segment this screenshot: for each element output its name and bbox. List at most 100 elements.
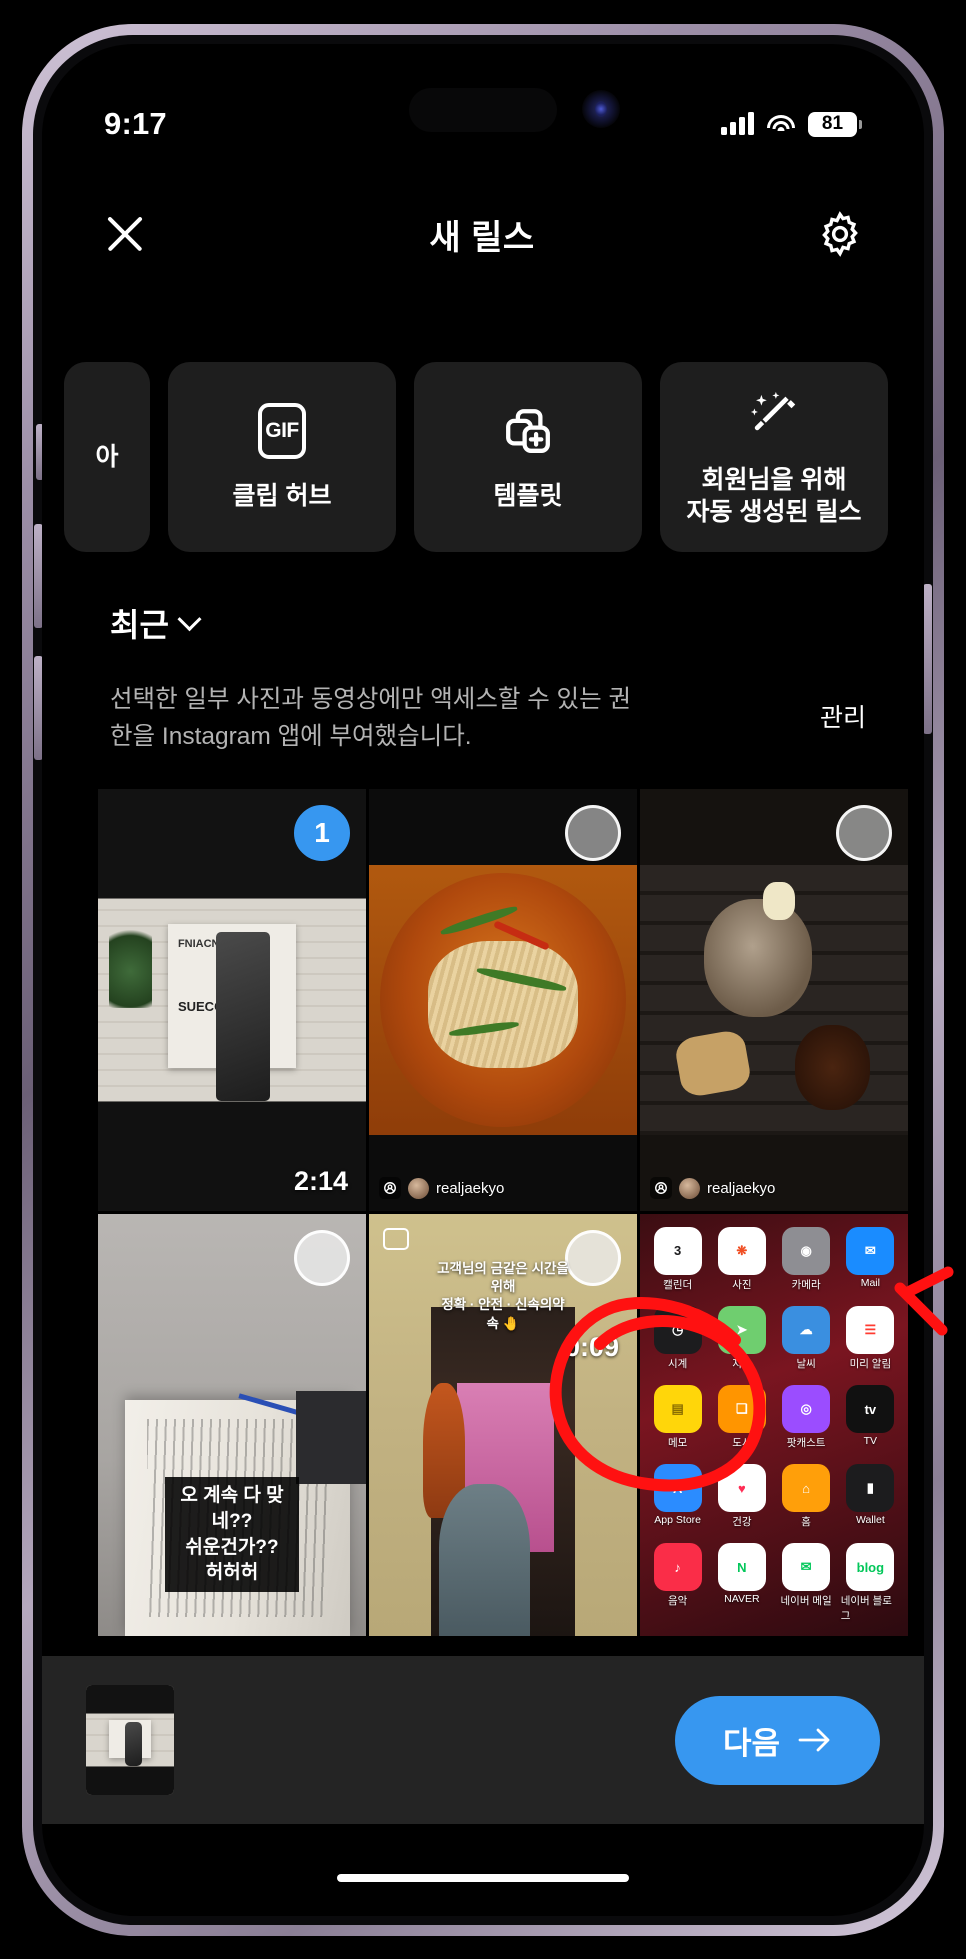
home-indicator[interactable]	[337, 1874, 629, 1882]
app-label: Mail	[860, 1276, 880, 1289]
app-label: NAVER	[724, 1593, 760, 1606]
home-app-icon: tv TV	[841, 1385, 900, 1459]
permission-text: 선택한 일부 사진과 동영상에만 액세스할 수 있는 권한을 Instagram…	[110, 686, 631, 750]
app-label: 날씨	[796, 1357, 816, 1370]
power-button[interactable]	[923, 584, 932, 734]
app-glyph: ➤	[717, 1305, 766, 1354]
option-card-clip-hub[interactable]: GIF 클립 허브	[168, 362, 396, 552]
home-app-icon: ➤ 지도	[712, 1305, 771, 1380]
chevron-down-icon	[177, 606, 202, 631]
app-label: 메모	[667, 1437, 688, 1449]
app-label: 음악	[667, 1595, 688, 1608]
home-app-icon: ❋ 사진	[712, 1226, 771, 1301]
media-grid-item[interactable]: realjaekyo	[640, 789, 908, 1211]
gear-icon[interactable]	[816, 210, 864, 258]
media-grid-item[interactable]: 고객님의 금같은 시간을 위해 정확 · 안전 · 신속의약속 🤚 0:09	[369, 1214, 637, 1636]
app-label: 건강	[732, 1516, 752, 1529]
media-grid: FNIACN TES SUECC 1 2:14 realjaekyo realj…	[98, 789, 908, 1636]
media-duration: 0:09	[564, 1332, 619, 1362]
app-label: 네이버 메일	[780, 1595, 832, 1608]
media-grid-item[interactable]: realjaekyo	[369, 789, 637, 1211]
tag-badge-icon	[650, 1177, 672, 1199]
home-app-icon: ◎ 팟캐스트	[777, 1385, 836, 1459]
app-glyph: ☁	[782, 1305, 831, 1354]
manage-permissions-link[interactable]: 관리	[820, 682, 866, 734]
home-screen-app-grid: 3 캘린더 ❋ 사진 ◉ 카메라 ✉ Mail ◷ 시계 ➤ 지도 ☁ 날씨 ☰ 미리 알림 ▤ 메모 ❏ 도서 ◎ 팟캐…	[648, 1226, 900, 1624]
app-label: 홈	[801, 1516, 811, 1529]
option-card-partial[interactable]: 아	[64, 362, 150, 552]
selection-circle[interactable]: 1	[294, 805, 350, 861]
selected-media-thumbnail[interactable]	[86, 1685, 174, 1795]
template-stack-plus-icon	[501, 402, 555, 460]
avatar	[679, 1177, 700, 1199]
home-app-icon: ☰ 미리 알림	[841, 1305, 900, 1380]
app-header: 새 릴스	[42, 184, 924, 284]
option-card-label: 회원님을 위해 자동 생성된 릴스	[686, 465, 862, 527]
app-label: 사진	[732, 1278, 752, 1291]
app-label: 네이버 블로그	[840, 1595, 892, 1623]
selection-circle[interactable]	[836, 805, 892, 861]
selection-circle[interactable]	[565, 805, 621, 861]
home-app-icon: ❏ 도서	[712, 1385, 771, 1459]
app-glyph: N	[717, 1543, 766, 1592]
app-label: 시계	[667, 1357, 688, 1370]
app-glyph: ▤	[653, 1385, 702, 1433]
tagged-account: realjaekyo	[379, 1177, 504, 1199]
next-button-label: 다음	[722, 1725, 780, 1761]
option-card-template[interactable]: 템플릿	[414, 362, 642, 552]
tagged-account: realjaekyo	[650, 1177, 775, 1199]
selection-circle[interactable]	[294, 1230, 350, 1286]
app-label: 도서	[732, 1437, 752, 1449]
app-glyph: ◉	[782, 1226, 831, 1275]
app-label: App Store	[654, 1514, 701, 1527]
app-label: 미리 알림	[849, 1357, 892, 1370]
home-app-icon: N NAVER	[712, 1543, 771, 1623]
next-button[interactable]: 다음	[674, 1695, 880, 1785]
thumbnail-art: 3 캘린더 ❋ 사진 ◉ 카메라 ✉ Mail ◷ 시계 ➤ 지도 ☁ 날씨 ☰ 미리 알림 ▤ 메모 ❏ 도서 ◎ 팟캐…	[640, 1214, 908, 1636]
status-time: 9:17	[104, 106, 167, 141]
home-app-icon: A App Store	[648, 1464, 707, 1538]
option-card-label: 템플릿	[493, 481, 563, 510]
close-x-icon[interactable]	[102, 211, 148, 257]
app-glyph: ◷	[653, 1305, 702, 1354]
app-label: 지도	[732, 1357, 752, 1370]
app-glyph: 3	[653, 1226, 702, 1275]
home-app-icon: ◷ 시계	[648, 1305, 707, 1380]
option-card-label: 아	[95, 442, 119, 471]
app-glyph: ⌂	[782, 1464, 831, 1513]
phone-frame: 9:17 81 새 릴스 아 GIF 클립 허브 템플릿 회원님을 위해 자동 …	[22, 24, 944, 1936]
selection-circle[interactable]	[565, 1230, 621, 1286]
home-app-icon: ♥ 건강	[712, 1464, 771, 1538]
app-glyph: ♪	[653, 1543, 702, 1592]
status-right-group: 81	[721, 111, 862, 137]
gallery-sort-label: 최근	[110, 607, 169, 643]
dynamic-island	[409, 88, 557, 132]
media-grid-item[interactable]: FNIACN TES SUECC 1 2:14	[98, 789, 366, 1211]
app-label: 카메라	[791, 1278, 821, 1291]
cellular-bars-icon	[721, 112, 754, 135]
battery-percent: 81	[821, 113, 844, 134]
option-cards-row[interactable]: 아 GIF 클립 허브 템플릿 회원님을 위해 자동 생성된 릴스	[42, 362, 924, 552]
option-card-auto-generated-reels[interactable]: 회원님을 위해 자동 생성된 릴스	[660, 362, 888, 552]
wifi-icon	[767, 113, 795, 135]
home-app-icon: 3 캘린더	[648, 1226, 707, 1301]
bottom-action-bar: 다음	[42, 1656, 924, 1824]
phone-bezel: 9:17 81 새 릴스 아 GIF 클립 허브 템플릿 회원님을 위해 자동 …	[33, 35, 933, 1925]
avatar	[408, 1177, 429, 1199]
selection-number: 1	[314, 817, 330, 848]
home-app-icon: ▤ 메모	[648, 1385, 707, 1459]
app-glyph: A	[653, 1464, 702, 1513]
phone-screen: 9:17 81 새 릴스 아 GIF 클립 허브 템플릿 회원님을 위해 자동 …	[42, 44, 924, 1916]
home-app-icon: ◉ 카메라	[777, 1226, 836, 1301]
page-title: 새 릴스	[429, 218, 535, 257]
media-duration: 2:14	[293, 1166, 348, 1196]
media-grid-item[interactable]: 오 계속 다 맞네?? 쉬운건가?? 허허허	[98, 1214, 366, 1636]
home-app-icon: ♪ 음악	[648, 1543, 707, 1623]
app-label: Wallet	[855, 1514, 885, 1527]
magic-wand-sparkle-icon	[746, 386, 802, 444]
media-grid-item[interactable]: 3 캘린더 ❋ 사진 ◉ 카메라 ✉ Mail ◷ 시계 ➤ 지도 ☁ 날씨 ☰ 미리 알림 ▤ 메모 ❏ 도서 ◎ 팟캐…	[640, 1214, 908, 1636]
gallery-sort-dropdown[interactable]: 최근	[110, 600, 202, 646]
app-glyph: ◎	[782, 1385, 831, 1433]
battery-icon: 81	[808, 111, 862, 137]
permission-notice: 선택한 일부 사진과 동영상에만 액세스할 수 있는 권한을 Instagram…	[110, 682, 866, 756]
